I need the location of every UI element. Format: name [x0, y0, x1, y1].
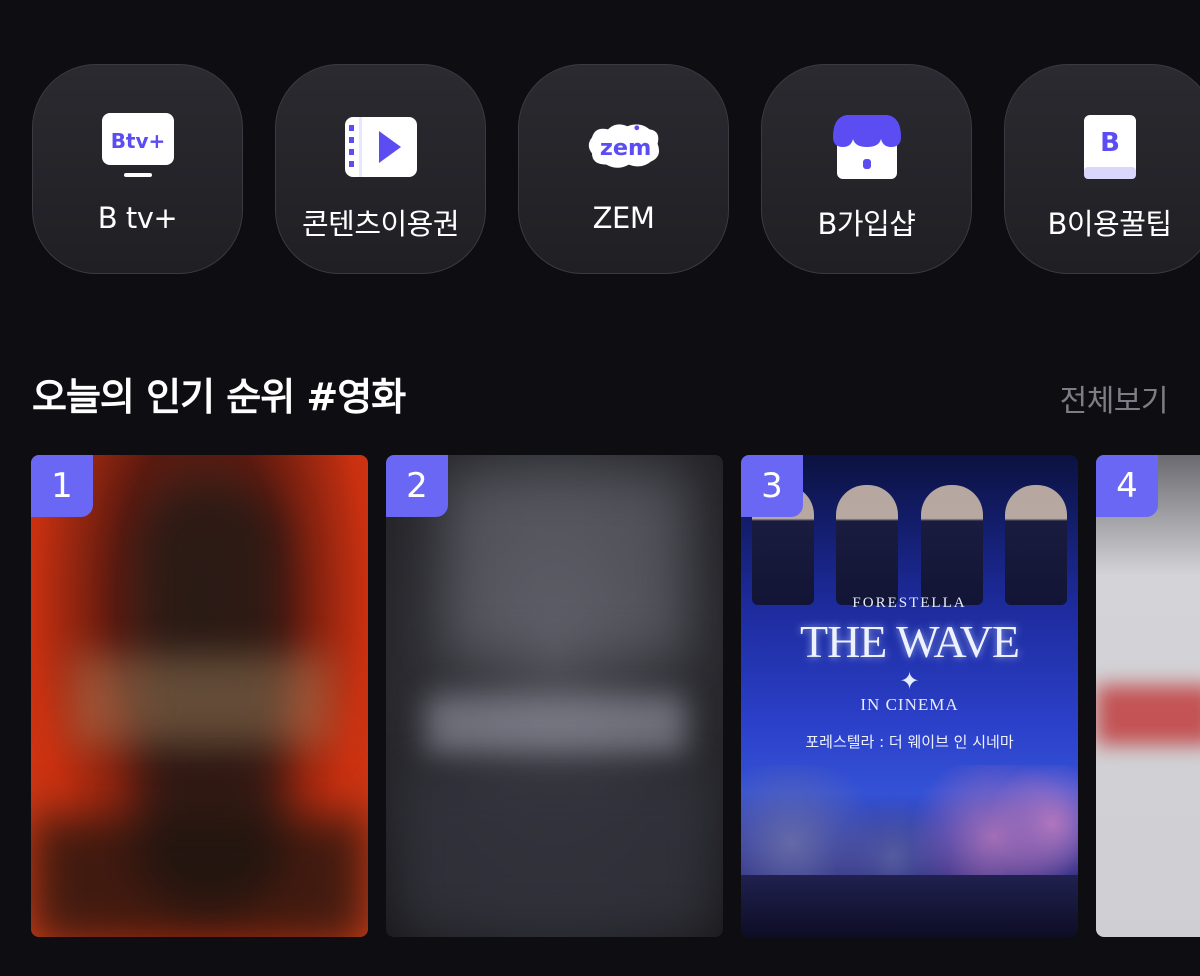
poster-brand: FORESTELLA [852, 595, 967, 611]
poster-title: THE WAVE [799, 616, 1020, 667]
quick-menu: Btv+ B tv+ 콘텐츠이용권 zem ZEM B가입샵 B B이용꿀팁 [32, 64, 1200, 274]
film-play-icon [341, 107, 421, 187]
quick-menu-label: B가입샵 [817, 207, 916, 241]
ranking-card[interactable]: 4 [1096, 455, 1200, 937]
blurred-poster-image [446, 475, 686, 655]
rank-badge: 1 [31, 455, 93, 517]
star-icon: ✦ [899, 667, 920, 695]
quick-menu-content-pass[interactable]: 콘텐츠이용권 [275, 64, 486, 274]
btv-plus-icon: Btv+ [98, 107, 178, 187]
ranking-card[interactable]: 1 [31, 455, 368, 937]
poster-korean-title: 포레스텔라 : 더 웨이브 인 시네마 [805, 733, 1014, 751]
section-title: 오늘의 인기 순위 #영화 [32, 375, 406, 419]
quick-menu-b-tips[interactable]: B B이용꿀팁 [1004, 64, 1200, 274]
rank-badge: 3 [741, 455, 803, 517]
home-screen: Btv+ B tv+ 콘텐츠이용권 zem ZEM B가입샵 B B이용꿀팁 오… [0, 0, 1200, 976]
svg-text:Btv+: Btv+ [110, 129, 165, 153]
quick-menu-zem[interactable]: zem ZEM [518, 64, 729, 274]
ranking-card[interactable]: 3 FORESTELLA THE WAVE ✦ IN CINEMA 포레스텔라 … [741, 455, 1078, 937]
quick-menu-label: 콘텐츠이용권 [301, 207, 460, 241]
store-icon [827, 107, 907, 187]
quick-menu-b-shop[interactable]: B가입샵 [761, 64, 972, 274]
svg-text:zem: zem [599, 135, 651, 161]
svg-text:B: B [1100, 128, 1120, 158]
book-icon: B [1070, 107, 1150, 187]
quick-menu-btv-plus[interactable]: Btv+ B tv+ [32, 64, 243, 274]
rank-badge: 4 [1096, 455, 1158, 517]
ranking-card[interactable]: 2 [386, 455, 723, 937]
ranking-list: 1 2 3 FORESTELLA THE WAVE ✦ IN CINEMA 포레… [31, 455, 1200, 937]
zem-icon: zem [584, 107, 664, 187]
quick-menu-label: B tv+ [97, 201, 178, 235]
view-all-link[interactable]: 전체보기 [1060, 376, 1169, 420]
poster-crowd [741, 875, 1078, 937]
blurred-poster-image [1096, 685, 1200, 745]
quick-menu-label: ZEM [592, 201, 655, 235]
quick-menu-label: B이용꿀팁 [1047, 207, 1172, 241]
rank-badge: 2 [386, 455, 448, 517]
poster-subtitle: IN CINEMA [860, 695, 959, 714]
